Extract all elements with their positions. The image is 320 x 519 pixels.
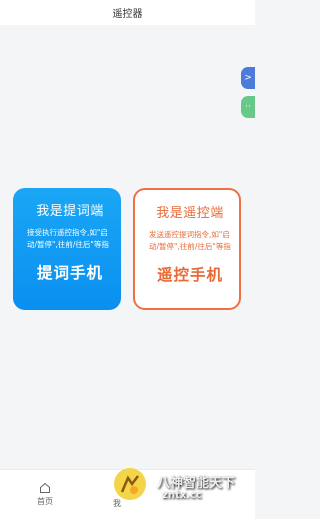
watermark-title: 八神智能天下 bbox=[157, 476, 236, 491]
remote-card-title: 我是遥控端 bbox=[156, 206, 224, 221]
watermark-url: zntx.cc bbox=[162, 490, 202, 501]
page-header: 遥控器 bbox=[0, 0, 255, 25]
tab-home-label: 首页 bbox=[37, 497, 53, 506]
float-blue-icon: > bbox=[244, 73, 252, 83]
float-green-icon: ·· bbox=[245, 102, 251, 112]
watermark: 八神智能天下 zntx.cc bbox=[112, 466, 255, 506]
remote-card-desc: 发送遥控提词指令,如"启动/暂停",往前/往后"等指 bbox=[149, 230, 231, 251]
watermark-logo-icon bbox=[114, 468, 146, 500]
prompter-card-label: 提词手机 bbox=[36, 264, 103, 282]
float-green-button[interactable]: ·· bbox=[241, 96, 255, 118]
home-icon bbox=[40, 482, 50, 493]
prompter-card[interactable]: 我是提词端 接受执行遥控指令,如"启动/暂停",往前/往后"等指 提词手机 bbox=[13, 188, 121, 310]
remote-card-label: 遥控手机 bbox=[156, 266, 223, 284]
tab-home[interactable]: 首页 bbox=[30, 482, 60, 507]
remote-card[interactable]: 我是遥控端 发送遥控提词指令,如"启动/暂停",往前/往后"等指 遥控手机 bbox=[133, 188, 241, 310]
prompter-card-desc: 接受执行遥控指令,如"启动/暂停",往前/往后"等指 bbox=[27, 228, 109, 249]
page-title: 遥控器 bbox=[112, 9, 143, 20]
prompter-card-title: 我是提词端 bbox=[36, 204, 104, 219]
float-blue-button[interactable]: > bbox=[241, 67, 255, 89]
